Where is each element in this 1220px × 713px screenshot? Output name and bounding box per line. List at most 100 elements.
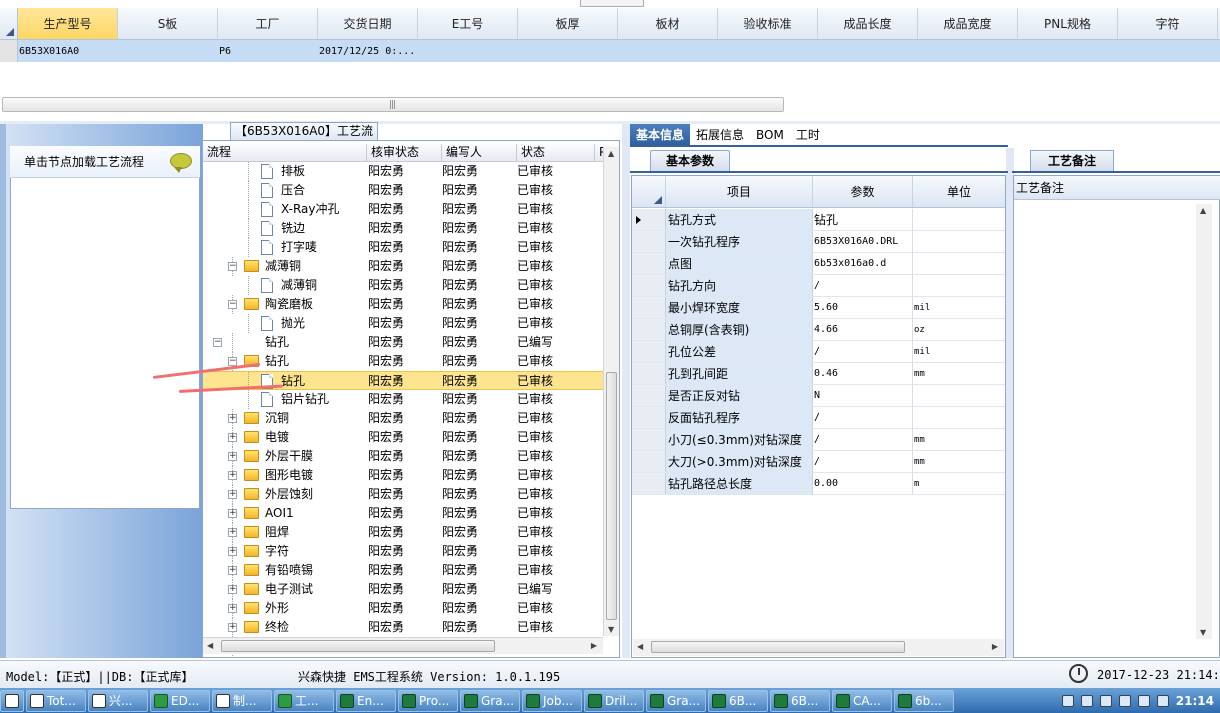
param-value[interactable]: /	[813, 429, 913, 450]
start-button[interactable]	[0, 689, 24, 712]
expand-icon[interactable]: +	[228, 433, 237, 442]
notes-vscrollbar[interactable]: ▲ ▼	[1196, 204, 1212, 639]
tree-node[interactable]: 排板	[203, 162, 367, 181]
expand-icon[interactable]: +	[228, 585, 237, 594]
tree-row[interactable]: 压合 阳宏勇 阳宏勇 已审核	[203, 181, 603, 200]
scroll-down-icon[interactable]: ▼	[608, 625, 614, 634]
row-header[interactable]	[632, 297, 666, 318]
expand-icon[interactable]: +	[228, 547, 237, 556]
expand-icon[interactable]: +	[228, 528, 237, 537]
tree-col-author[interactable]: 编写人	[442, 144, 517, 161]
taskbar-item[interactable]: Pro...	[398, 689, 458, 712]
tree-row[interactable]: 减薄铜 阳宏勇 阳宏勇 已审核	[203, 276, 603, 295]
taskbar-item[interactable]: 6b...	[894, 689, 954, 712]
tree-row[interactable]: + 字符 阳宏勇 阳宏勇 已审核	[203, 542, 603, 561]
taskbar-item[interactable]: 6B...	[770, 689, 830, 712]
param-row[interactable]: 钻孔方向 /	[632, 275, 1005, 297]
tree-row[interactable]: + 有铅喷锡 阳宏勇 阳宏勇 已审核	[203, 561, 603, 580]
col-header-factory[interactable]: 工厂	[218, 8, 318, 39]
taskbar-item[interactable]: CA...	[832, 689, 892, 712]
taskbar-item[interactable]: En...	[336, 689, 396, 712]
param-value[interactable]: /	[813, 451, 913, 472]
top-splitter-handle[interactable]	[580, 0, 644, 7]
param-value[interactable]: 6b53x016a0.d	[813, 253, 913, 274]
col-header-thickness[interactable]: 板厚	[518, 8, 618, 39]
tree-row[interactable]: 抛光 阳宏勇 阳宏勇 已审核	[203, 314, 603, 333]
tree-row[interactable]: + AOI1 阳宏勇 阳宏勇 已审核	[203, 504, 603, 523]
flag-icon[interactable]	[1137, 694, 1150, 707]
tree-row[interactable]: X-Ray冲孔 阳宏勇 阳宏勇 已审核	[203, 200, 603, 219]
param-row[interactable]: 反面钻孔程序 /	[632, 407, 1005, 429]
param-row[interactable]: 孔到孔间距 0.46 mm	[632, 363, 1005, 385]
tree-node[interactable]: + 电子测试	[203, 580, 367, 599]
row-header[interactable]	[632, 429, 666, 450]
col-header-delivery-date[interactable]: 交货日期	[318, 8, 418, 39]
col-header-acceptance[interactable]: 验收标准	[718, 8, 818, 39]
collapse-icon[interactable]: −	[228, 262, 237, 271]
col-header-material[interactable]: 板材	[618, 8, 718, 39]
tree-node[interactable]: + 外层干膜	[203, 447, 367, 466]
param-value[interactable]: 6B53X016A0.DRL	[813, 231, 913, 252]
row-header[interactable]	[0, 40, 18, 62]
tree-node[interactable]: − 减薄铜	[203, 257, 367, 276]
collapse-icon[interactable]: −	[213, 338, 222, 347]
expand-icon[interactable]: +	[228, 414, 237, 423]
scroll-left-icon[interactable]: ◀	[637, 642, 643, 651]
left-collapse-tab[interactable]	[0, 124, 6, 658]
expand-icon[interactable]: +	[228, 604, 237, 613]
cell-model[interactable]: 6B53X016A0	[18, 46, 118, 57]
col-header-pnl[interactable]: PNL规格	[1018, 8, 1118, 39]
row-header[interactable]	[632, 451, 666, 472]
param-row[interactable]: 大刀(>0.3mm)对钻深度 / mm	[632, 451, 1005, 473]
tree-row[interactable]: 打字唛 阳宏勇 阳宏勇 已审核	[203, 238, 603, 257]
param-row[interactable]: 是否正反对钻 N	[632, 385, 1005, 407]
tree-node[interactable]: 减薄铜	[203, 276, 367, 295]
scroll-right-icon[interactable]: ▶	[992, 642, 998, 651]
tree-row[interactable]: + 外形 阳宏勇 阳宏勇 已审核	[203, 599, 603, 618]
col-header-s-board[interactable]: S板	[118, 8, 218, 39]
tree-node[interactable]: 抛光	[203, 314, 367, 333]
param-row-current[interactable]: 钻孔方式 钻孔	[632, 209, 1005, 231]
tree-row[interactable]: + 外层干膜 阳宏勇 阳宏勇 已审核	[203, 447, 603, 466]
row-header[interactable]	[632, 319, 666, 340]
param-value[interactable]: /	[813, 275, 913, 296]
tree-row[interactable]: + 电子测试 阳宏勇 阳宏勇 已编写	[203, 580, 603, 599]
expand-icon[interactable]: +	[228, 452, 237, 461]
expand-icon[interactable]: +	[228, 509, 237, 518]
tree-row[interactable]: + 电镀 阳宏勇 阳宏勇 已审核	[203, 428, 603, 447]
tray-app-icon[interactable]	[1156, 694, 1169, 707]
param-value[interactable]: /	[813, 407, 913, 428]
tree-node[interactable]: + 外层蚀刻	[203, 485, 367, 504]
scroll-up-icon[interactable]: ▲	[1200, 206, 1206, 215]
taskbar-item[interactable]: Tot...	[26, 689, 86, 712]
tree-row[interactable]: − 减薄铜 阳宏勇 阳宏勇 已审核	[203, 257, 603, 276]
col-header-model[interactable]: 生产型号	[18, 8, 118, 39]
scroll-left-icon[interactable]: ◀	[207, 641, 213, 650]
taskbar-item[interactable]: 兴...	[88, 689, 148, 712]
table-row[interactable]: 6B53X016A0 P6 2017/12/25 0:...	[0, 40, 1220, 62]
tree-row[interactable]: − 钻孔 阳宏勇 阳宏勇 已编写	[203, 333, 603, 352]
row-header[interactable]	[632, 209, 666, 230]
tree-node[interactable]: 打字唛	[203, 238, 367, 257]
expand-icon[interactable]: +	[228, 471, 237, 480]
tree-row[interactable]: − 钻孔 阳宏勇 阳宏勇 已审核	[203, 352, 603, 371]
tree-node[interactable]: − 钻孔	[203, 333, 367, 352]
param-value[interactable]: 0.46	[813, 363, 913, 384]
taskbar-clock[interactable]: 21:14	[1176, 694, 1214, 708]
param-row[interactable]: 孔位公差 / mil	[632, 341, 1005, 363]
param-row[interactable]: 钻孔路径总长度 0.00 m	[632, 473, 1005, 495]
param-row[interactable]: 点图 6b53x016a0.d	[632, 253, 1005, 275]
col-header-unit[interactable]: 单位	[913, 176, 1005, 207]
collapse-icon[interactable]: −	[228, 300, 237, 309]
expand-icon[interactable]: +	[228, 490, 237, 499]
scroll-thumb[interactable]	[221, 640, 495, 652]
expand-icon[interactable]: +	[228, 566, 237, 575]
tree-vscrollbar[interactable]: ▲ ▼	[603, 147, 619, 636]
grid-corner-icon[interactable]	[0, 8, 18, 39]
tree-node[interactable]: + 终检	[203, 618, 367, 637]
scroll-up-icon[interactable]: ▲	[608, 149, 614, 158]
tree-node[interactable]: + 字符	[203, 542, 367, 561]
tab-process-notes[interactable]: 工艺备注	[1030, 150, 1114, 172]
tree-node[interactable]: + 阻焊	[203, 523, 367, 542]
collapse-icon[interactable]: −	[228, 357, 237, 366]
